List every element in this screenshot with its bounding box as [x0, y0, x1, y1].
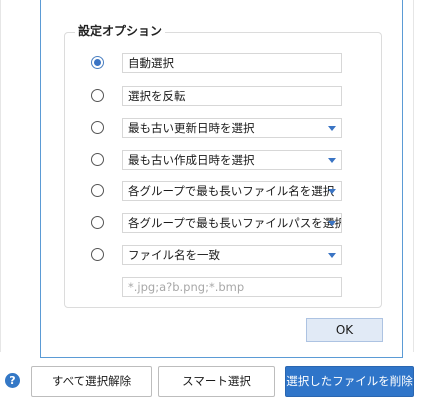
- option-row-oldest-created: 最も古い作成日時を選択: [41, 150, 404, 170]
- radio-invert-selection[interactable]: [91, 89, 104, 102]
- option-row-invert-selection: 選択を反転: [41, 86, 404, 106]
- pattern-placeholder: *.jpg;a?b.png;*.bmp: [128, 280, 245, 294]
- dropdown-longest-filename[interactable]: 各グループで最も長いファイル名を選択: [122, 181, 342, 201]
- options-group-title: 設定オプション: [75, 23, 166, 39]
- app-window: 設定オプション 自動選択 選択を反転 最も古い更新日時を選択 最も古い作成日時を…: [0, 0, 425, 411]
- window-edge-left: [0, 0, 1, 352]
- chevron-down-icon: [328, 253, 336, 258]
- option-auto-select[interactable]: 自動選択: [122, 53, 342, 73]
- ok-button[interactable]: OK: [306, 318, 383, 342]
- radio-longest-filename[interactable]: [91, 184, 104, 197]
- radio-match-filename[interactable]: [91, 248, 104, 261]
- option-label: 選択を反転: [128, 89, 186, 103]
- chevron-down-icon: [328, 189, 336, 194]
- option-label: ファイル名を一致: [128, 248, 220, 262]
- radio-auto-select[interactable]: [91, 56, 104, 69]
- option-label: 最も古い更新日時を選択: [128, 121, 255, 135]
- delete-selected-files-button[interactable]: 選択したファイルを削除: [285, 366, 414, 397]
- option-label: 各グループで最も長いファイル名を選択: [128, 184, 335, 198]
- radio-longest-filepath[interactable]: [91, 216, 104, 229]
- option-row-oldest-modified: 最も古い更新日時を選択: [41, 118, 404, 138]
- dropdown-match-filename[interactable]: ファイル名を一致: [122, 245, 342, 265]
- radio-oldest-created[interactable]: [91, 153, 104, 166]
- option-label: 各グループで最も長いファイルパスを選択: [128, 216, 342, 230]
- question-circle-icon[interactable]: ?: [5, 373, 20, 388]
- deselect-all-button[interactable]: すべて選択解除: [31, 366, 152, 397]
- options-group-box: [64, 32, 382, 308]
- chevron-down-icon: [328, 221, 336, 226]
- option-label: 最も古い作成日時を選択: [128, 153, 255, 167]
- chevron-down-icon: [328, 126, 336, 131]
- dropdown-longest-filepath[interactable]: 各グループで最も長いファイルパスを選択: [122, 213, 342, 233]
- option-row-auto-select: 自動選択: [41, 53, 404, 73]
- dropdown-oldest-created[interactable]: 最も古い作成日時を選択: [122, 150, 342, 170]
- radio-oldest-modified[interactable]: [91, 121, 104, 134]
- selection-options-popup: 設定オプション 自動選択 選択を反転 最も古い更新日時を選択 最も古い作成日時を…: [40, 0, 403, 358]
- option-row-longest-filename: 各グループで最も長いファイル名を選択: [41, 181, 404, 201]
- filename-pattern-input[interactable]: *.jpg;a?b.png;*.bmp: [122, 277, 342, 297]
- dropdown-oldest-modified[interactable]: 最も古い更新日時を選択: [122, 118, 342, 138]
- window-edge-right: [413, 0, 414, 352]
- option-row-match-filename: ファイル名を一致: [41, 245, 404, 265]
- option-row-longest-filepath: 各グループで最も長いファイルパスを選択: [41, 213, 404, 233]
- option-label: 自動選択: [128, 56, 174, 70]
- option-invert-selection[interactable]: 選択を反転: [122, 86, 342, 106]
- chevron-down-icon: [328, 158, 336, 163]
- smart-select-button[interactable]: スマート選択: [158, 366, 275, 397]
- pattern-input-row: *.jpg;a?b.png;*.bmp: [41, 277, 404, 297]
